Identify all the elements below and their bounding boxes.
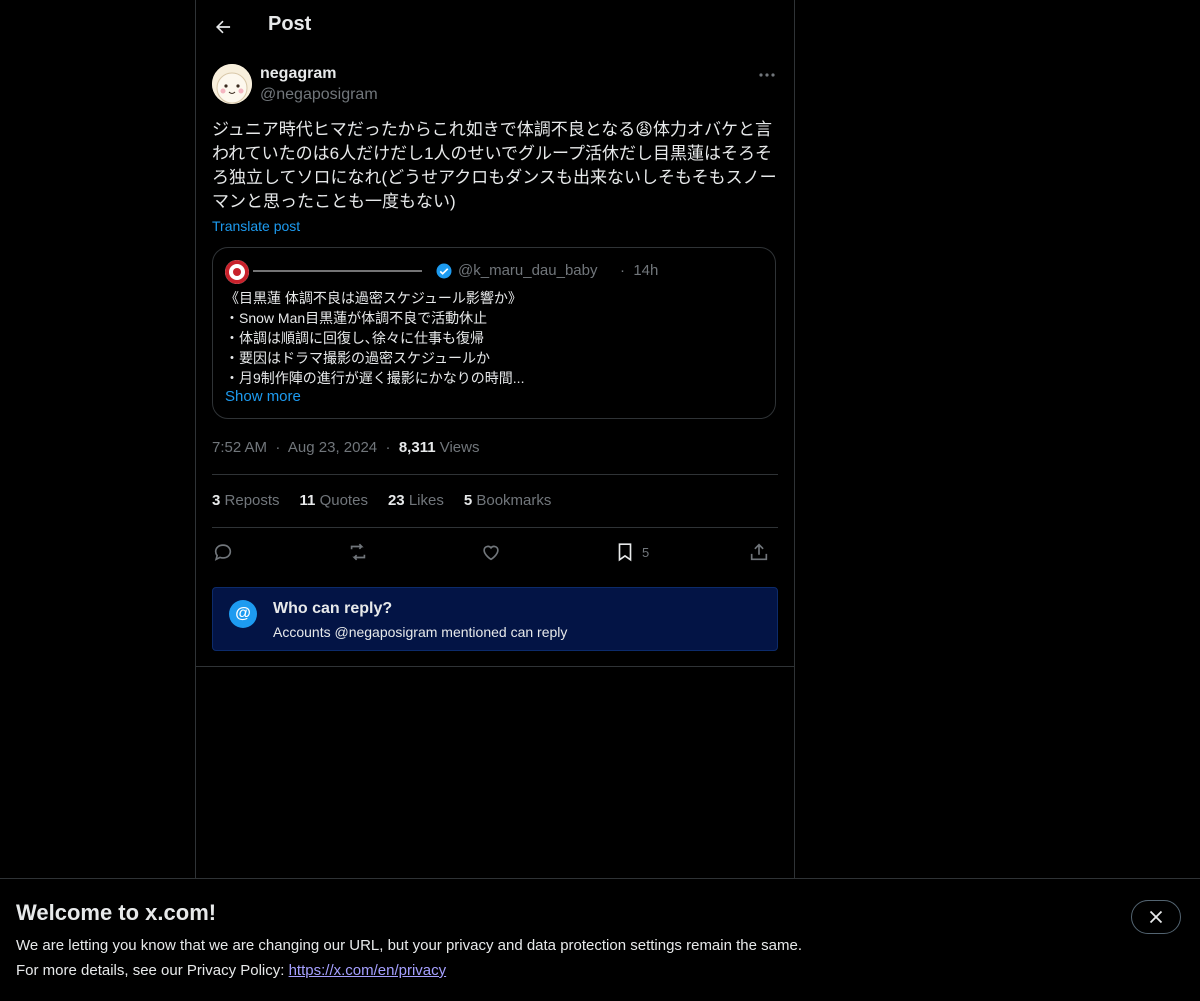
reposts-stat[interactable]: 3 Reposts: [212, 492, 280, 509]
post-meta: 7:52 AM · Aug 23, 2024 · 8,311 Views: [212, 439, 480, 456]
author-name[interactable]: negagram: [260, 65, 336, 83]
quoted-line: ・Snow Man目黒蓮が体調不良で活動休止: [225, 310, 488, 326]
divider: [212, 527, 778, 528]
more-icon: [759, 73, 775, 77]
who-can-reply-title: Who can reply?: [273, 600, 393, 617]
quoted-text: 《目黒蓮 体調不良は過密スケジュール影響か》 ・Snow Man目黒蓮が体調不良…: [225, 288, 765, 388]
action-bar: 5: [212, 538, 778, 566]
engagement-stats: 3 Reposts 11 Quotes 23 Likes 5 Bookmarks: [212, 492, 551, 509]
share-icon: [750, 543, 768, 561]
views-count: 8,311: [398, 439, 436, 456]
banner-text: We are letting you know that we are chan…: [16, 937, 802, 954]
quoted-author-name: ————————————: [253, 262, 422, 279]
close-icon: [1149, 910, 1163, 924]
repost-icon: [350, 543, 366, 561]
quoted-author-handle: @k_maru_dau_baby: [458, 262, 598, 279]
like-button[interactable]: [480, 538, 502, 566]
repost-button[interactable]: [346, 538, 370, 566]
post-time[interactable]: 7:52 AM: [212, 439, 267, 456]
quoted-line: ・月9制作陣の進行が遅く撮影にかなりの時間...: [225, 370, 525, 386]
who-can-reply-subtitle: Accounts @negaposigram mentioned can rep…: [273, 624, 568, 640]
back-arrow-icon: [216, 20, 231, 34]
banner-title: Welcome to x.com!: [16, 900, 217, 925]
quoted-time: · 14h: [620, 262, 659, 279]
quoted-avatar: [225, 260, 249, 284]
author-handle[interactable]: @negaposigram: [260, 86, 378, 104]
bookmark-button[interactable]: 5: [614, 538, 649, 566]
at-icon: @: [229, 600, 257, 628]
more-button[interactable]: [756, 66, 778, 84]
who-can-reply-box: @ Who can reply? Accounts @negaposigram …: [212, 587, 778, 651]
welcome-banner: Welcome to x.com! We are letting you kno…: [0, 878, 1200, 1001]
share-button[interactable]: [748, 538, 770, 566]
verified-icon: [436, 263, 452, 279]
bookmarks-stat[interactable]: 5 Bookmarks: [464, 492, 552, 509]
post-date[interactable]: Aug 23, 2024: [288, 439, 377, 456]
quoted-post[interactable]: ———————————— @k_maru_dau_baby · 14h 《目黒蓮…: [212, 247, 776, 419]
post-text: ジュニア時代ヒマだったからこれ如きで体調不良となる😩体力オバケと言われていたのは…: [212, 120, 777, 211]
banner-close-button[interactable]: [1131, 900, 1181, 934]
quotes-stat[interactable]: 11 Quotes: [300, 492, 368, 509]
back-button[interactable]: [208, 12, 238, 42]
quoted-line: ・要因はドラマ撮影の過密スケジュールか: [225, 350, 491, 366]
translate-post-link[interactable]: Translate post: [212, 218, 300, 234]
quoted-line: ・体調は順調に回復し､徐々に仕事も復帰: [225, 330, 484, 346]
views-label: Views: [439, 439, 480, 456]
banner-privacy-text: For more details, see our Privacy Policy…: [16, 962, 447, 979]
top-bar: Post: [196, 0, 794, 54]
divider: [212, 474, 778, 475]
likes-stat[interactable]: 23 Likes: [388, 492, 444, 509]
show-more-link[interactable]: Show more: [225, 388, 301, 405]
avatar[interactable]: [212, 64, 252, 104]
quoted-line: 《目黒蓮 体調不良は過密スケジュール影響か》: [225, 290, 522, 306]
bookmark-count: 5: [642, 544, 650, 560]
privacy-policy-link[interactable]: https://x.com/en/privacy: [289, 962, 447, 979]
post-author: negagram @negaposigram: [212, 64, 778, 108]
reply-icon: [214, 544, 232, 561]
bookmark-icon: [618, 543, 632, 562]
reply-button[interactable]: [212, 538, 234, 566]
like-icon: [483, 545, 499, 561]
divider: [196, 666, 794, 667]
page-title: Post: [268, 13, 312, 35]
primary-column: Post negagram @negaposigram ジュニア時代ヒマだったか…: [195, 0, 795, 878]
